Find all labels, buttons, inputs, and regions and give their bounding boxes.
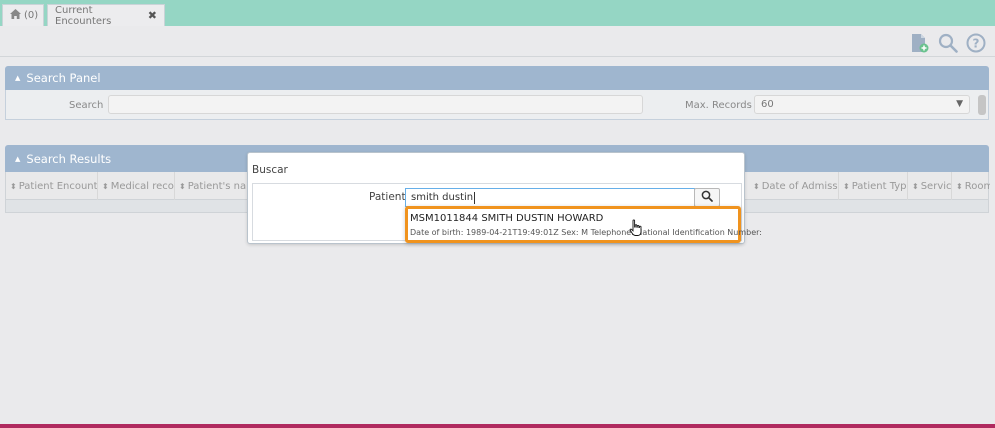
max-records-label: Max. Records [685, 100, 752, 111]
tab-current-encounters[interactable]: Current Encounters ✖ [47, 4, 165, 27]
svg-text:?: ? [973, 37, 980, 51]
sort-icon: ⬍ [179, 181, 186, 191]
new-document-icon[interactable] [909, 32, 931, 54]
search-panel-body: Search Max. Records 60 ▼ [5, 90, 989, 120]
collapse-caret-icon: ▲ [15, 154, 21, 163]
max-records-select[interactable]: 60 ▼ [754, 95, 970, 114]
sort-icon: ⬍ [753, 181, 760, 191]
toolbar-divider [0, 56, 995, 57]
search-input[interactable] [108, 95, 643, 114]
sort-icon: ⬍ [843, 181, 850, 191]
search-panel-title: Search Panel [26, 71, 101, 85]
sort-icon: ⬍ [956, 181, 963, 191]
suggestion-patient-name: MSM1011844 SMITH DUSTIN HOWARD [410, 213, 604, 224]
chevron-down-icon: ▼ [956, 99, 963, 109]
dialog-title: Buscar [252, 164, 288, 176]
home-icon [10, 9, 21, 22]
search-results-title: Search Results [26, 151, 112, 166]
patient-search-value: smith dustin [411, 192, 474, 203]
column-patient-type[interactable]: ⬍ Patient Type [839, 172, 908, 200]
patient-search-input[interactable]: smith dustin [405, 188, 695, 207]
column-date-of-admission[interactable]: ⬍Date of Admission [749, 172, 839, 200]
suggestion-patient-details: Date of birth: 1989-04-21T19:49:01Z Sex:… [410, 228, 762, 237]
patient-suggestion-item[interactable]: MSM1011844 SMITH DUSTIN HOWARD Date of b… [405, 206, 762, 243]
patient-search-button[interactable] [694, 188, 720, 207]
tab-current-encounters-label: Current Encounters [55, 4, 112, 27]
column-patient-name[interactable]: ⬍Patient's name [175, 172, 249, 200]
toolbar: ? [909, 30, 987, 56]
collapse-caret-icon: ▲ [15, 74, 21, 82]
window-bottom-border [0, 424, 995, 428]
patient-label: Patient [369, 191, 406, 203]
hand-cursor-icon [629, 219, 643, 240]
sort-icon: ⬍ [10, 181, 17, 191]
column-medical-record[interactable]: ⬍Medical record [98, 172, 175, 200]
column-patient-encounter[interactable]: ⬍Patient Encounter [6, 172, 98, 200]
tab-home[interactable]: (0) [2, 4, 44, 26]
search-panel-header[interactable]: ▲ Search Panel [5, 66, 989, 90]
sort-icon: ⬍ [912, 181, 919, 191]
help-icon[interactable]: ? [965, 32, 987, 54]
scrollbar[interactable] [978, 95, 986, 115]
column-room[interactable]: ⬍ Room [952, 172, 990, 200]
search-label: Search [69, 100, 104, 111]
search-icon[interactable] [937, 32, 959, 54]
sort-icon: ⬍ [102, 181, 109, 191]
max-records-value: 60 [761, 99, 774, 110]
search-icon [701, 190, 713, 205]
tab-home-count: (0) [24, 10, 39, 21]
text-caret [474, 191, 476, 204]
close-tab-icon[interactable]: ✖ [148, 9, 157, 22]
column-service[interactable]: ⬍Service [908, 172, 952, 200]
